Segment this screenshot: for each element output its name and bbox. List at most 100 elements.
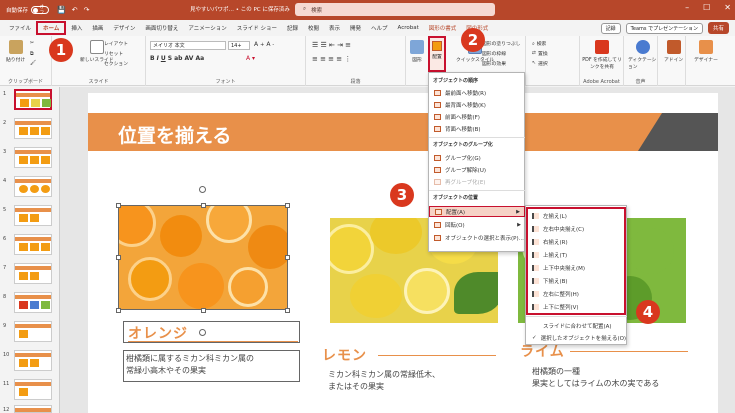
resize-handle[interactable] xyxy=(116,255,121,260)
addins-button[interactable]: アドイン xyxy=(664,40,683,63)
resize-handle[interactable] xyxy=(201,308,206,313)
layout-button[interactable]: レイアウト xyxy=(104,40,128,47)
slide-thumbnail[interactable] xyxy=(14,89,52,110)
tab-insert[interactable]: 挿入 xyxy=(66,21,87,35)
shape-effects-button[interactable]: 図形の効果 xyxy=(482,60,506,67)
tab-record[interactable]: 記録 xyxy=(282,21,303,35)
rotate-item[interactable]: 回転(O) ▶ xyxy=(429,219,525,230)
align-selected-objects-item[interactable]: ✓ 選択したオブジェクトを揃える(O) xyxy=(526,331,627,344)
shape-fill-button[interactable]: 図形の塗りつぶし xyxy=(482,40,520,47)
caption-orange[interactable]: オレンジ xyxy=(128,323,188,343)
slide-thumbnail[interactable] xyxy=(14,405,52,413)
tab-file[interactable]: ファイル xyxy=(4,21,36,35)
caption-lemon[interactable]: レモン xyxy=(322,345,367,365)
tab-review[interactable]: 校閲 xyxy=(303,21,324,35)
align-top-item[interactable]: 上揃え(T) xyxy=(526,248,627,261)
tab-home[interactable]: ホーム xyxy=(36,21,67,35)
tab-draw[interactable]: 描画 xyxy=(87,21,108,35)
save-icon[interactable]: 💾 xyxy=(57,6,66,14)
tab-shape-format[interactable]: 図形の書式 xyxy=(424,21,462,35)
slide-thumbnail[interactable] xyxy=(14,176,52,197)
slide-thumbnail[interactable] xyxy=(14,379,52,400)
selection-pane-item[interactable]: オブジェクトの選択と表示(P)... xyxy=(429,232,525,243)
teams-present-button[interactable]: Teams でプレゼンテーション xyxy=(625,22,703,34)
slide-thumbnail[interactable] xyxy=(14,234,52,255)
distribute-vertically-item[interactable]: 上下に整列(V) xyxy=(526,300,627,313)
tab-view[interactable]: 表示 xyxy=(324,21,345,35)
align-left-item[interactable]: 左揃え(L) xyxy=(526,209,627,222)
resize-handle[interactable] xyxy=(285,308,290,313)
resize-handle[interactable] xyxy=(285,255,290,260)
autosave-control[interactable]: 自動保存 オフ xyxy=(6,5,50,16)
redo-icon[interactable]: ↷ xyxy=(84,6,90,14)
select-button[interactable]: ↖ 選択 xyxy=(532,60,548,67)
bring-forward-item[interactable]: 前面へ移動(F) xyxy=(429,111,525,122)
send-to-back-item[interactable]: 最背面へ移動(K) xyxy=(429,99,525,110)
autosave-toggle[interactable]: オフ xyxy=(31,5,50,16)
cut-icon[interactable]: ✂ xyxy=(30,41,34,46)
resize-handle[interactable] xyxy=(116,203,121,208)
tab-help[interactable]: ヘルプ xyxy=(366,21,393,35)
group-item[interactable]: グループ化(G) xyxy=(429,152,525,163)
desc-orange[interactable]: 柑橘類に属するミカン科ミカン属の 常緑小高木やその果実 xyxy=(126,353,254,377)
create-pdf-button[interactable]: PDF を作成してリンクを共有 xyxy=(582,40,622,70)
search-input[interactable]: ⌕ 検索 xyxy=(295,3,495,16)
send-backward-item[interactable]: 背面へ移動(B) xyxy=(429,123,525,134)
regroup-item[interactable]: 再グループ化(E) xyxy=(429,176,525,187)
format-painter-icon[interactable]: 🖌 xyxy=(30,61,36,66)
bullets-icon[interactable]: ☰ ☰ ⇤ ⇥ ≡ xyxy=(312,41,351,49)
shape-outline-button[interactable]: 図形の枠線 xyxy=(482,50,506,57)
slide-thumbnail[interactable] xyxy=(14,350,52,371)
ungroup-item[interactable]: グループ解除(U) xyxy=(429,164,525,175)
shape-button[interactable]: 図形 xyxy=(410,40,424,63)
section-button[interactable]: セクション xyxy=(104,60,128,67)
slide-thumbnail[interactable] xyxy=(14,292,52,313)
slide-thumbnail[interactable] xyxy=(14,321,52,342)
undo-icon[interactable]: ↶ xyxy=(72,6,78,14)
replace-button[interactable]: ⇄ 置換 xyxy=(532,50,548,57)
rotate-handle[interactable] xyxy=(199,329,206,336)
font-color-icon[interactable]: A ▾ xyxy=(246,55,255,62)
align-bottom-item[interactable]: 下揃え(B) xyxy=(526,274,627,287)
slide-title[interactable]: 位置を揃える xyxy=(118,121,231,148)
distribute-horizontally-item[interactable]: 左右に整列(H) xyxy=(526,287,627,300)
align-text-icon[interactable]: ≡ ≡ ≡ ≡ ⋮ xyxy=(312,55,351,63)
record-button[interactable]: 記録 xyxy=(600,22,621,34)
slide-thumbnail[interactable] xyxy=(14,147,52,168)
bring-to-front-item[interactable]: 最前面へ移動(R) xyxy=(429,87,525,98)
align-right-item[interactable]: 右揃え(R) xyxy=(526,235,627,248)
designer-button[interactable]: デザイナー xyxy=(694,40,718,63)
slide-thumbnail[interactable] xyxy=(14,118,52,139)
desc-lemon[interactable]: ミカン科ミカン属の常緑低木、 またはその果実 xyxy=(328,369,440,393)
close-icon[interactable]: ✕ xyxy=(724,3,731,12)
copy-icon[interactable]: ⧉ xyxy=(30,51,33,57)
font-name-select[interactable]: メイリオ 本文 xyxy=(150,41,226,50)
tab-slideshow[interactable]: スライド ショー xyxy=(232,21,282,35)
desc-lime[interactable]: 柑橘類の一種 果実としてはライムの木の実である xyxy=(532,366,659,390)
share-button[interactable]: 共有 xyxy=(707,22,729,34)
dictate-button[interactable]: ディクテーション xyxy=(628,40,657,70)
grow-font-icon[interactable]: A + A- xyxy=(254,41,274,48)
tab-animations[interactable]: アニメーション xyxy=(183,21,231,35)
resize-handle[interactable] xyxy=(116,308,121,313)
find-button[interactable]: ⌕ 検索 xyxy=(532,40,546,48)
align-center-item[interactable]: 左右中央揃え(C) xyxy=(526,222,627,235)
rotate-handle[interactable] xyxy=(199,186,206,193)
minimize-icon[interactable]: – xyxy=(685,3,689,12)
font-style-buttons[interactable]: B I U S ab AV Aa xyxy=(150,55,204,62)
font-size-select[interactable]: 14+ xyxy=(228,41,250,50)
resize-handle[interactable] xyxy=(285,203,290,208)
tab-acrobat[interactable]: Acrobat xyxy=(393,21,424,35)
paste-button[interactable]: 貼り付け xyxy=(6,40,25,63)
reset-button[interactable]: リセット xyxy=(104,50,123,57)
align-item[interactable]: 配置(A) ▶ xyxy=(429,206,525,217)
arrange-button[interactable]: 配置 xyxy=(428,36,446,72)
align-middle-item[interactable]: 上下中央揃え(M) xyxy=(526,261,627,274)
slide-thumbnail[interactable] xyxy=(14,205,52,226)
maximize-icon[interactable]: ☐ xyxy=(703,3,710,12)
slide-thumbnail[interactable] xyxy=(14,263,52,284)
tab-design[interactable]: デザイン xyxy=(108,21,140,35)
resize-handle[interactable] xyxy=(201,203,206,208)
tab-transitions[interactable]: 画面切り替え xyxy=(140,21,183,35)
tab-developer[interactable]: 開発 xyxy=(345,21,366,35)
